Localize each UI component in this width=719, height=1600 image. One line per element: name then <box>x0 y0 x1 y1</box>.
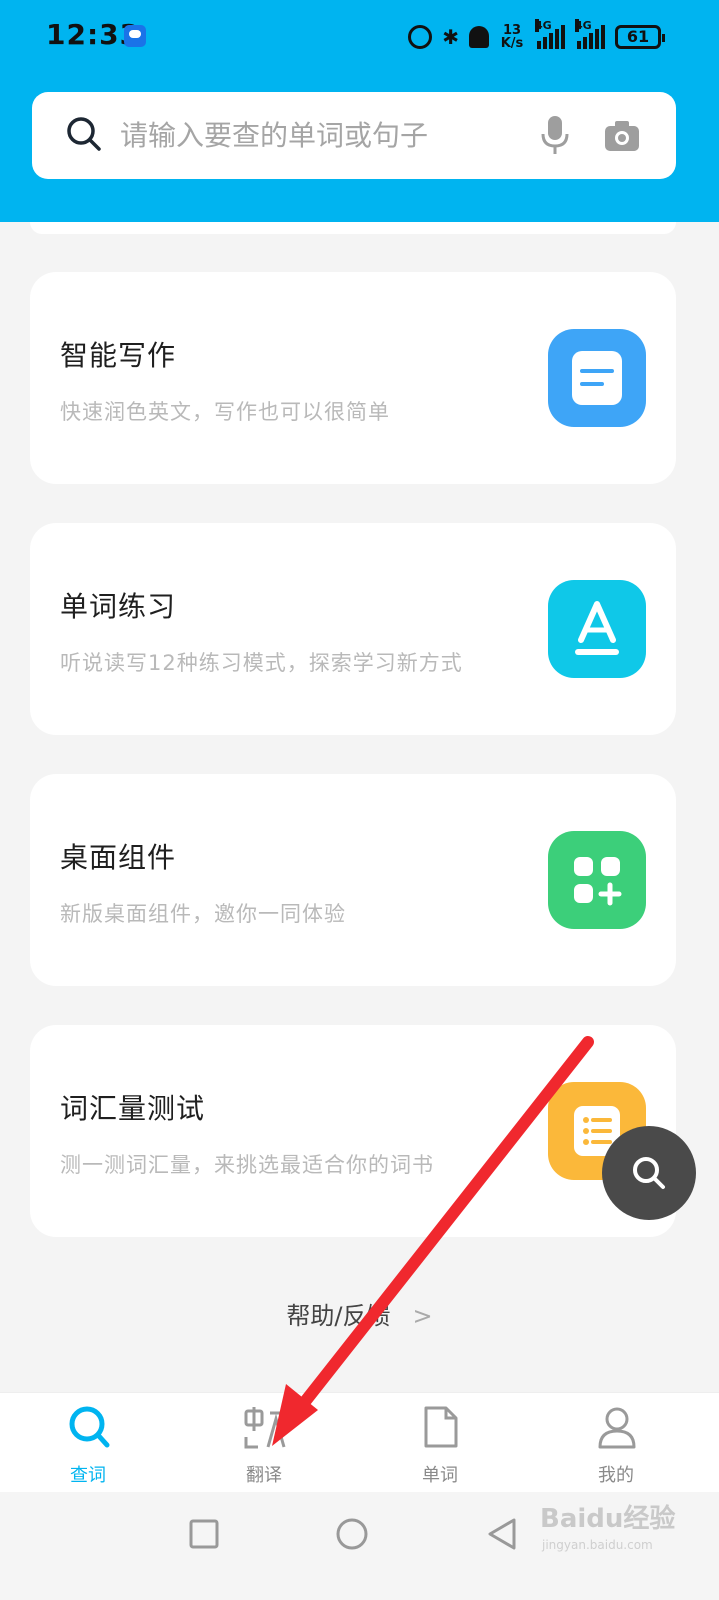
card-subtitle: 听说读写12种练习模式，探索学习新方式 <box>60 651 463 675</box>
document-lines-icon <box>548 329 646 427</box>
search-icon <box>68 1405 110 1449</box>
wordbook-icon <box>420 1405 462 1449</box>
bottom-nav: 查词 翻译 单词 我的 <box>0 1392 719 1492</box>
network-type-2: 4G <box>575 19 592 32</box>
signal-strength-2-icon: 4G <box>575 19 605 49</box>
search-bar[interactable]: 请输入要查的单词或句子 <box>32 92 676 179</box>
card-subtitle: 测一测词汇量，来挑选最适合你的词书 <box>60 1153 434 1177</box>
tab-label: 单词 <box>422 1465 458 1486</box>
tab-label: 翻译 <box>246 1465 282 1486</box>
widgets-grid-icon <box>548 831 646 929</box>
tab-lookup[interactable]: 查词 <box>18 1393 158 1493</box>
tab-translate[interactable]: 翻译 <box>194 1393 334 1493</box>
translate-icon <box>244 1405 286 1449</box>
battery-icon: 61 <box>615 25 665 49</box>
home-icon[interactable] <box>334 1516 370 1552</box>
card-title: 桌面组件 <box>60 841 177 874</box>
net-speed-unit: K/s <box>500 36 524 51</box>
floating-search-button[interactable] <box>602 1126 696 1220</box>
microphone-icon[interactable] <box>540 114 570 156</box>
bluetooth-icon: ✱ <box>442 25 459 49</box>
tab-profile[interactable]: 我的 <box>546 1393 686 1493</box>
card-smart-writing[interactable]: 智能写作 快速润色英文，写作也可以很简单 <box>30 272 676 484</box>
mute-bell-icon <box>469 26 489 48</box>
search-input[interactable]: 请输入要查的单词或句子 <box>120 116 428 156</box>
weather-icon <box>124 25 146 47</box>
system-nav-bar: Baidu经验 jingyan.baidu.com <box>0 1492 719 1600</box>
card-subtitle: 快速润色英文，写作也可以很简单 <box>60 400 390 424</box>
chevron-right-icon: > <box>412 1302 433 1330</box>
watermark-text: Baidu经验 <box>540 1504 676 1534</box>
tab-label: 我的 <box>598 1465 634 1486</box>
profile-icon <box>596 1405 638 1449</box>
card-title: 单词练习 <box>60 590 177 623</box>
card-subtitle: 新版桌面组件，邀你一同体验 <box>60 902 346 926</box>
card-vocabulary-test[interactable]: 词汇量测试 测一测词汇量，来挑选最适合你的词书 <box>30 1025 676 1237</box>
baidu-watermark: Baidu经验 jingyan.baidu.com <box>540 1498 700 1558</box>
card-word-practice[interactable]: 单词练习 听说读写12种练习模式，探索学习新方式 <box>30 523 676 735</box>
help-feedback-label: 帮助/反馈 <box>286 1302 391 1330</box>
card-desktop-widget[interactable]: 桌面组件 新版桌面组件，邀你一同体验 <box>30 774 676 986</box>
card-title: 智能写作 <box>60 339 177 372</box>
back-icon[interactable] <box>484 1516 520 1552</box>
recent-apps-icon[interactable] <box>186 1516 222 1552</box>
header-bottom-band <box>0 180 719 222</box>
signal-strength-1-icon: 4G <box>535 19 565 49</box>
net-speed: 13 K/s <box>499 24 525 50</box>
help-feedback-link[interactable]: 帮助/反馈 > <box>0 1296 719 1331</box>
search-icon <box>66 116 102 152</box>
card-title: 词汇量测试 <box>60 1092 206 1125</box>
tab-label: 查词 <box>70 1465 106 1486</box>
alarm-icon <box>408 25 433 49</box>
camera-icon[interactable] <box>604 120 640 152</box>
tab-wordbook[interactable]: 单词 <box>370 1393 510 1493</box>
partial-card-edge <box>30 222 676 234</box>
watermark-sub: jingyan.baidu.com <box>542 1538 653 1552</box>
status-bar: 12:33 ✱ 13 K/s 4G 4G 61 <box>0 0 719 80</box>
status-icons: ✱ 13 K/s 4G 4G 61 <box>408 19 665 52</box>
letter-a-icon <box>548 580 646 678</box>
network-type-1: 4G <box>535 19 552 32</box>
search-icon <box>633 1157 665 1189</box>
